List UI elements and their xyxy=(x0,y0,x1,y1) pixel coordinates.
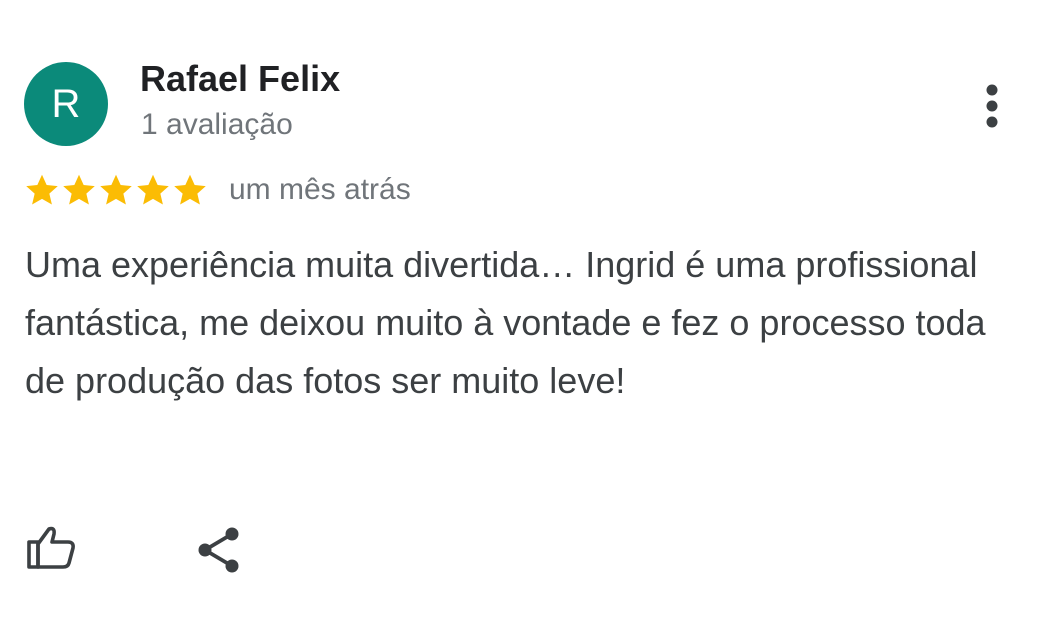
more-options-button[interactable] xyxy=(972,82,1012,130)
avatar[interactable]: R xyxy=(24,62,108,146)
avatar-initial: R xyxy=(51,81,81,126)
share-button[interactable] xyxy=(192,524,244,576)
rating-row: um mês atrás xyxy=(24,172,411,208)
review-text: Uma experiência muita divertida… Ingrid … xyxy=(25,244,986,401)
star-icon xyxy=(100,174,132,205)
more-vertical-icon xyxy=(986,84,998,128)
star-icon xyxy=(137,174,169,205)
star-icon xyxy=(63,174,95,205)
thumbs-up-icon xyxy=(27,526,75,569)
review-count: 1 avaliação xyxy=(141,108,293,141)
like-button[interactable] xyxy=(24,522,78,572)
star-icon xyxy=(174,174,206,205)
reviewer-name[interactable]: Rafael Felix xyxy=(140,58,340,100)
share-icon xyxy=(198,527,239,573)
review-date: um mês atrás xyxy=(229,173,411,206)
star-rating xyxy=(24,172,209,208)
star-icon xyxy=(26,174,58,205)
